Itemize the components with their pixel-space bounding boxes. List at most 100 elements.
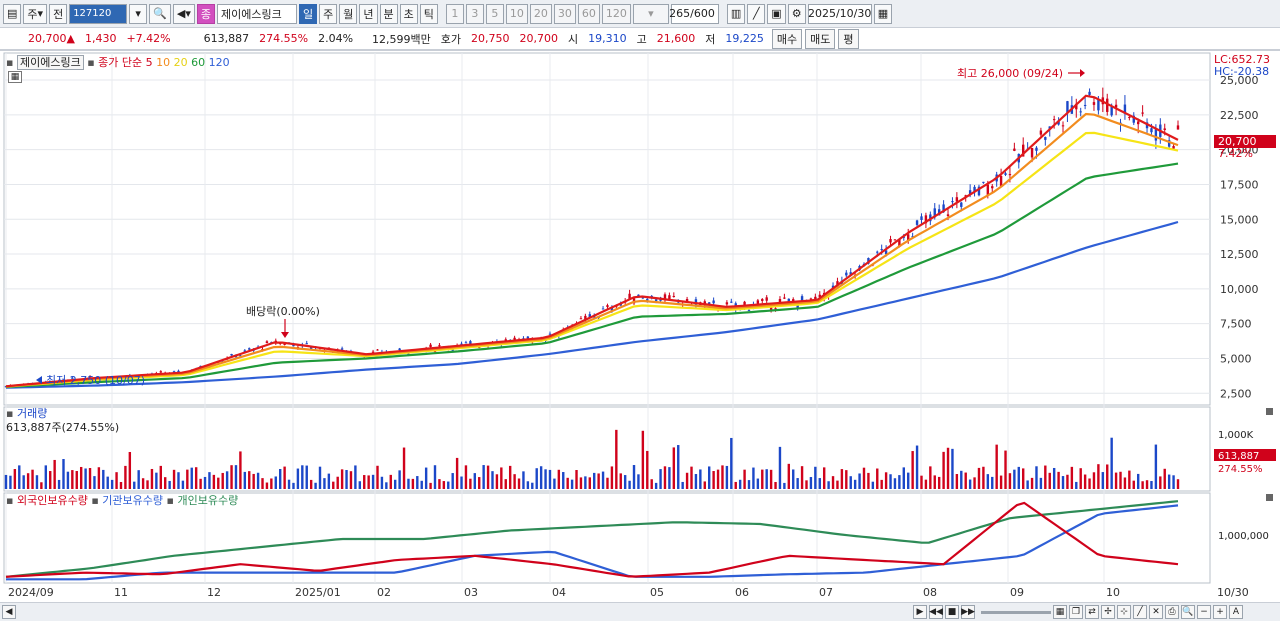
stock-code-input[interactable]: 127120 [69,3,128,24]
candle-body [920,216,923,220]
stock-name-field[interactable]: 제이에스링크 [217,3,297,24]
legend-stock-name[interactable]: 제이에스링크 [16,55,84,70]
play-icon[interactable]: ▶ [913,605,927,619]
volume-bar [1167,474,1171,489]
calendar-icon[interactable]: ▦ [873,3,893,24]
zoom-slider[interactable] [981,610,1051,614]
volume-bar [416,476,419,489]
volume-bar [186,469,189,489]
chart-area[interactable]: 25,000 22,500 20,000 17,500 15,000 12,500 10,0… [0,50,1280,602]
delete-drawing-icon[interactable]: ✕ [1149,605,1163,619]
volume-bar [663,466,667,489]
compare-icon[interactable]: ⇄ [1085,605,1099,619]
eval-button[interactable]: 평 [838,28,859,49]
candle-type-icon[interactable]: ▥ [726,3,746,24]
volume-bar [1123,477,1127,489]
measure-icon[interactable]: ⊹ [1117,605,1131,619]
interval-custom-input[interactable]: ▾ [632,3,669,24]
count-field[interactable]: 265/600 [669,3,719,24]
layout-icon[interactable]: ▦ [1053,605,1067,619]
chart-menu-icon[interactable]: ▤ [3,3,22,24]
minute-btn-5[interactable]: 5 [485,3,504,24]
minute-btn-60[interactable]: 60 [577,3,600,24]
scroll-left-icon[interactable]: ◀ [2,605,16,619]
chart-svg[interactable]: 25,00022,50020,00017,50015,00012,50010,0… [0,51,1280,603]
minute-btn-1[interactable]: 1 [445,3,464,24]
volume-bar [75,471,78,489]
draw-tool-icon[interactable]: ╱ [747,3,766,24]
last-change-text: 7.42% [1218,147,1253,160]
holdings-panel-close-icon[interactable] [1266,494,1273,501]
volume-bar [363,475,366,489]
x-tick-label: 10 [1106,586,1120,599]
volume-bar [623,475,627,489]
volume-bar [951,448,954,489]
volume-bar [508,465,512,489]
candle-body [712,300,715,304]
zoom-out-icon[interactable]: − [1197,605,1211,619]
copy-icon[interactable]: ❐ [1069,605,1083,619]
zoom-in-icon[interactable]: + [1213,605,1227,619]
code-dropdown-icon[interactable]: ▾ [129,3,148,24]
volume-bar [13,469,17,489]
candle-body [1052,119,1056,121]
volume-bar [991,476,994,489]
volume-bar [115,472,118,489]
sell-button[interactable]: 매도 [805,28,836,49]
period-dropdown[interactable]: 주 ▾ [23,3,48,24]
prev-button[interactable]: 전 [49,3,68,24]
scroll-bar[interactable]: ◀ ▶ ◀◀ ■ ▶▶ ▦ ❐ ⇄ ✢ ⊹ ╱ ✕ ⎙ 🔍 − + A [0,602,1280,621]
tab-week[interactable]: 주 [319,3,338,24]
crosshair-icon[interactable]: ✢ [1101,605,1115,619]
volume-bar [1176,479,1180,489]
legend-ma-label: 종가 단순 [98,56,143,69]
save-icon[interactable]: ▣ [767,3,786,24]
tab-month[interactable]: 월 [339,3,358,24]
minute-btn-20[interactable]: 20 [529,3,552,24]
stop-icon[interactable]: ■ [945,605,959,619]
x-tick-label: 08 [923,586,937,599]
candle-body [730,301,733,303]
minute-btn-30[interactable]: 30 [553,3,576,24]
volume-bar [601,471,605,489]
volume-panel-close-icon[interactable] [1266,408,1273,415]
volume-bar [1066,474,1069,489]
sound-icon[interactable]: ◀▾ [172,3,195,24]
scroll-track[interactable] [16,607,911,617]
volume-bar [1022,468,1025,489]
candle-body [1097,99,1100,111]
volume-bar [1057,471,1060,489]
date-field[interactable]: 2025/10/30 [807,3,872,24]
volume-bar [301,465,304,489]
minute-btn-120[interactable]: 120 [601,3,631,24]
minute-btn-10[interactable]: 10 [505,3,528,24]
volume-bar [407,478,410,489]
candle-body [845,272,848,276]
table-toggle-icon[interactable]: ▦ [8,71,22,83]
volume-bar [464,465,468,489]
zoom-search-icon[interactable]: 🔍 [1181,605,1195,619]
volume-bar [296,468,300,489]
tab-second[interactable]: 초 [399,3,418,24]
search-icon[interactable]: 🔍 [149,3,171,24]
gear-icon[interactable]: ⚙ [787,3,806,24]
tab-day[interactable]: 일 [299,3,318,24]
trend-icon[interactable]: ╱ [1133,605,1147,619]
candle-body [1079,111,1082,113]
candle-body [1154,129,1158,141]
volume-bar [641,430,645,489]
tab-year[interactable]: 년 [359,3,378,24]
rewind-icon[interactable]: ◀◀ [929,605,943,619]
buy-button[interactable]: 매수 [771,28,803,49]
font-size-icon[interactable]: A [1229,605,1243,619]
candle-body [1083,104,1087,106]
volume-bar [371,474,375,489]
volume-bar [495,474,499,489]
volume-bar [66,471,70,489]
print-icon[interactable]: ⎙ [1165,605,1179,619]
tab-tick[interactable]: 틱 [419,3,438,24]
forward-icon[interactable]: ▶▶ [961,605,975,619]
volume-bar [933,475,936,489]
tab-minute[interactable]: 분 [379,3,398,24]
minute-btn-3[interactable]: 3 [465,3,484,24]
